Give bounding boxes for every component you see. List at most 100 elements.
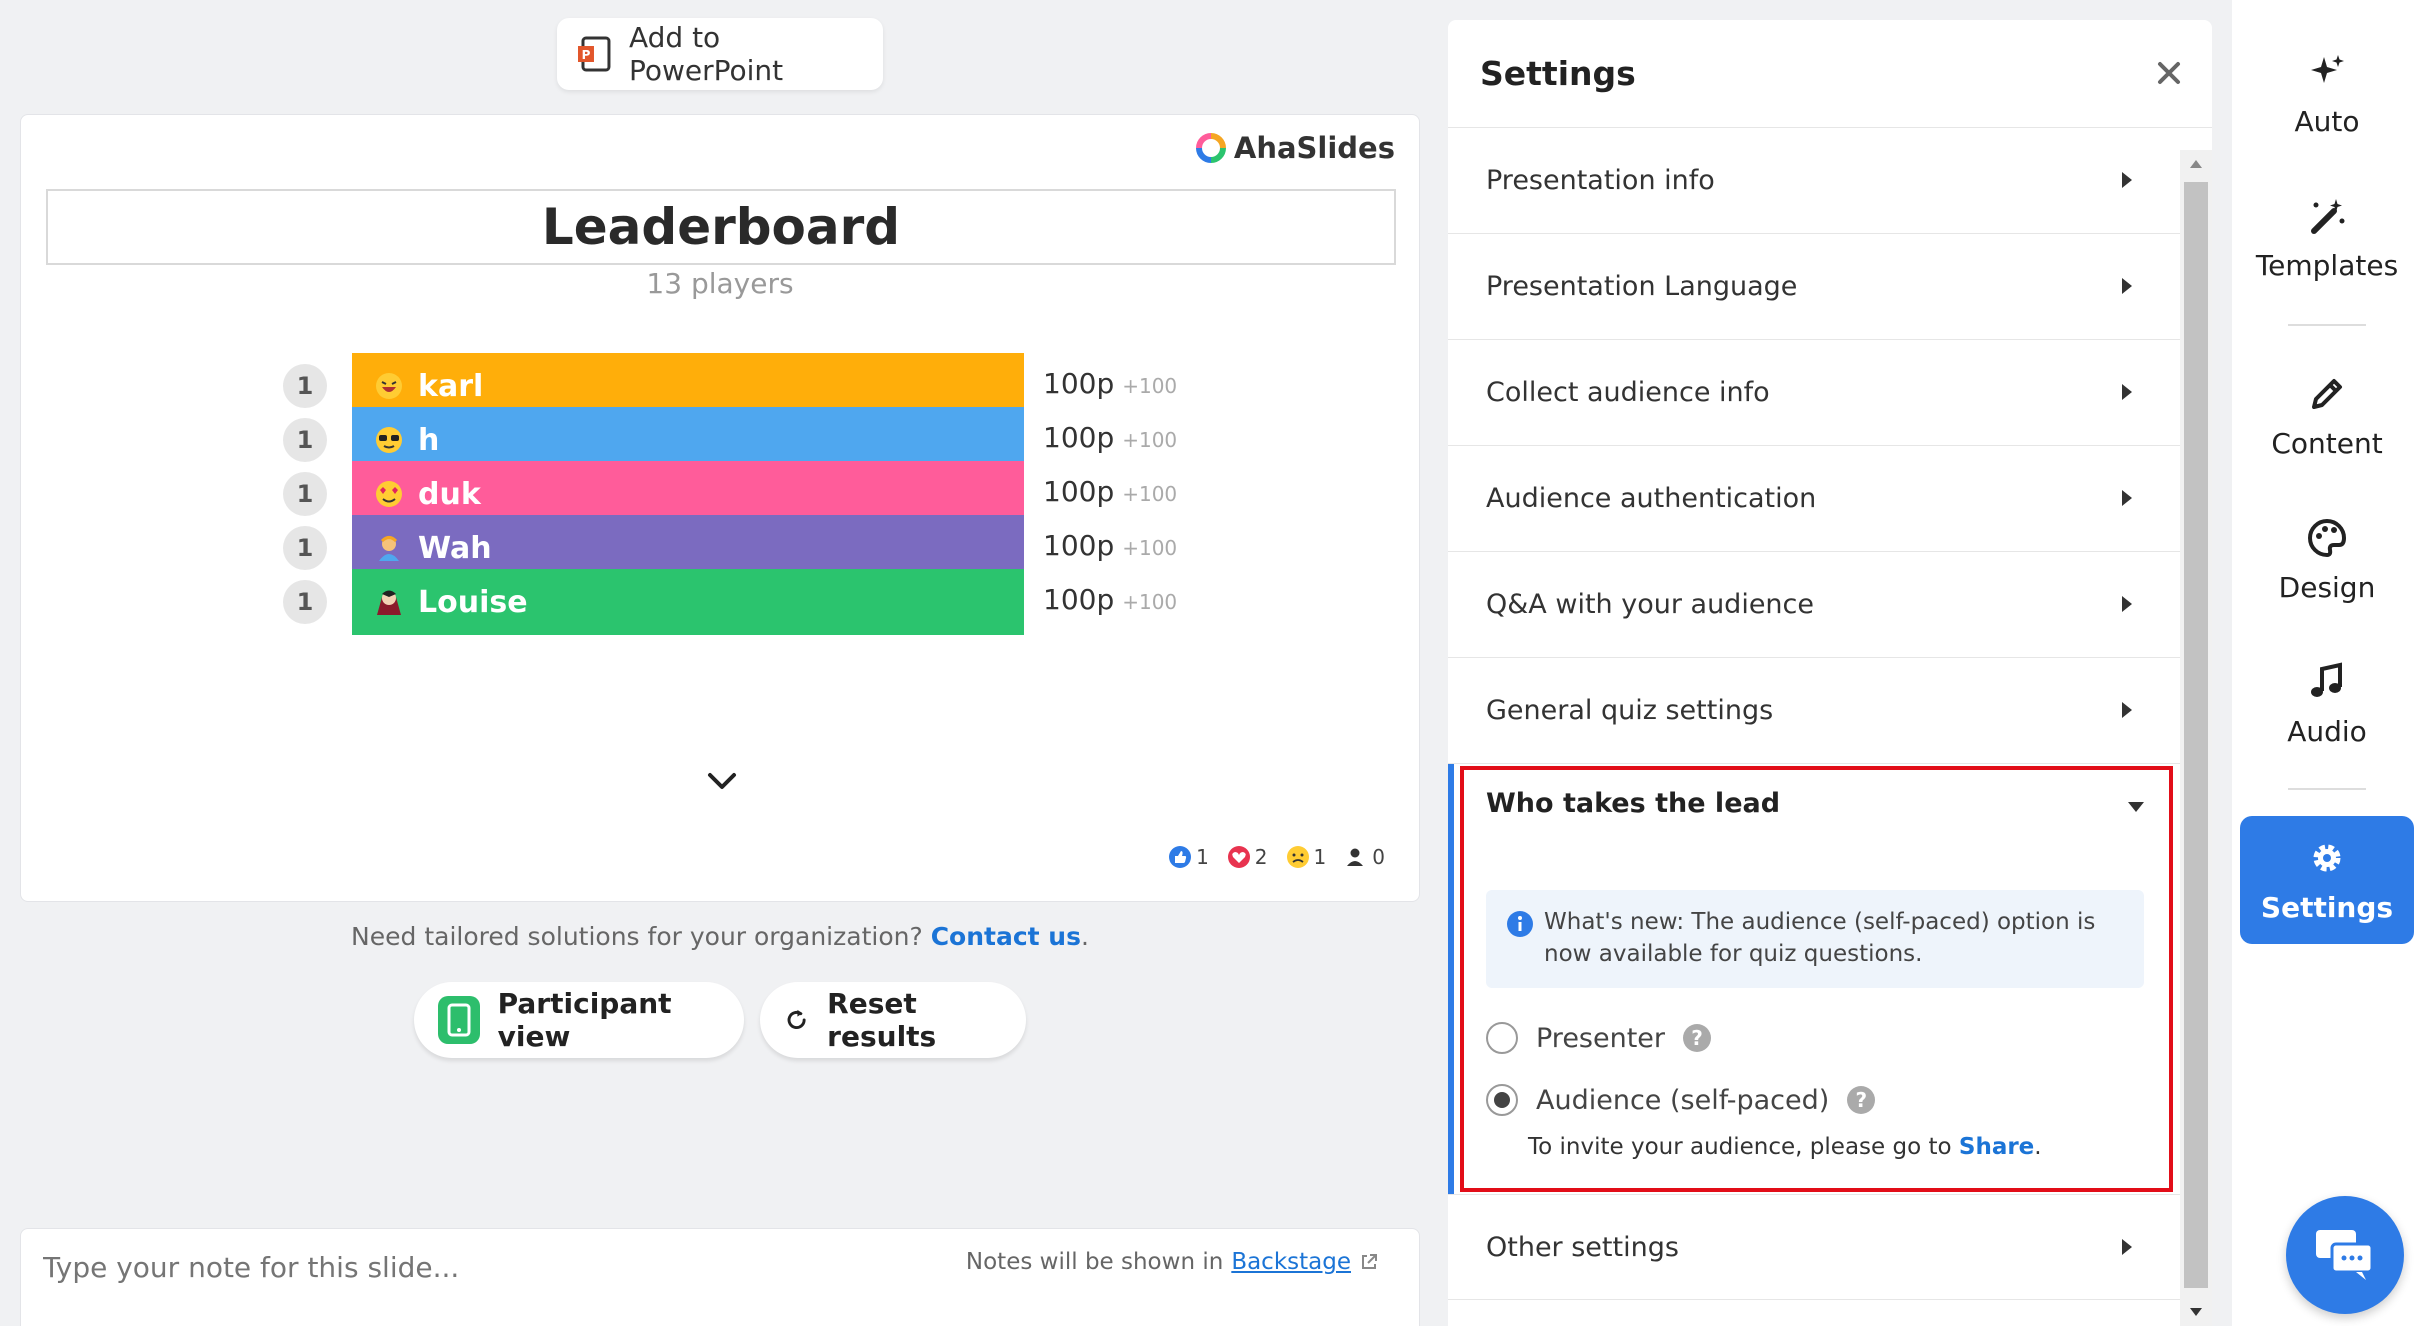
player-score: 100p +100: [1043, 475, 1177, 508]
slide-title: Leaderboard: [541, 198, 901, 256]
invite-suffix: .: [2034, 1134, 2042, 1160]
audience-self-paced-option[interactable]: Audience (self-paced) ?: [1486, 1084, 1876, 1116]
sad-count: 1: [1313, 845, 1327, 869]
brand-name: AhaSlides: [1233, 131, 1395, 165]
settings-scrollbar[interactable]: [2180, 150, 2212, 1326]
close-icon[interactable]: [2154, 58, 2184, 88]
help-icon[interactable]: ?: [1847, 1086, 1876, 1114]
score-delta: +100: [1122, 536, 1178, 560]
slide-title-box: Leaderboard: [46, 189, 1396, 265]
settings-item-presentation-language[interactable]: Presentation Language: [1448, 234, 2180, 340]
brand: AhaSlides: [1195, 131, 1395, 165]
rail-item-audio[interactable]: Audio: [2240, 640, 2414, 768]
reactions-bar: 1 2 1 0: [1168, 845, 1385, 869]
settings-panel: Settings Presentation info Presentation …: [1448, 20, 2212, 1326]
leaderboard-row: 1 Louise 100p +100: [21, 569, 1419, 635]
player-score: 100p +100: [1043, 421, 1177, 454]
magic-wand-icon: [2311, 198, 2345, 234]
rail-item-templates[interactable]: Templates: [2240, 174, 2414, 302]
cta-period: .: [1080, 922, 1089, 951]
caret-down-icon[interactable]: [2126, 800, 2146, 814]
settings-item-label: General quiz settings: [1486, 695, 1774, 726]
person-icon: [1347, 848, 1364, 866]
who-takes-the-lead-section: Who takes the lead What's new: The audie…: [1448, 764, 2180, 1194]
notes-hint-text: Notes will be shown in: [965, 1249, 1224, 1275]
rank-badge: 1: [283, 580, 327, 624]
chat-icon: [2316, 1230, 2374, 1280]
settings-title: Settings: [1480, 54, 1636, 93]
radio-selected-dot: [1494, 1092, 1510, 1108]
rail-label: Auto: [2294, 104, 2360, 138]
settings-item-audience-authentication[interactable]: Audience authentication: [1448, 446, 2180, 552]
reset-results-button[interactable]: Reset results: [760, 982, 1026, 1058]
score-value: 100p: [1043, 367, 1115, 400]
music-note-icon: [2311, 662, 2342, 697]
share-link[interactable]: Share: [1959, 1134, 2034, 1160]
presenter-option[interactable]: Presenter ?: [1486, 1022, 1712, 1054]
contact-us-link[interactable]: Contact us: [931, 922, 1081, 951]
rail-item-auto[interactable]: Auto: [2240, 30, 2414, 158]
settings-item-presentation-info[interactable]: Presentation info: [1448, 128, 2180, 234]
score-value: 100p: [1043, 421, 1115, 454]
settings-item-label: Presentation Language: [1486, 271, 1798, 302]
laughing-emoji-icon: [376, 373, 402, 399]
leaderboard-bar: Louise: [352, 569, 1024, 635]
ahaslides-logo-icon: [1195, 133, 1226, 163]
scroll-thumb[interactable]: [2184, 182, 2208, 1288]
rail-divider: [2288, 788, 2366, 790]
score-delta: +100: [1122, 428, 1178, 452]
settings-list: Presentation info Presentation Language …: [1448, 128, 2180, 1300]
powerpoint-icon: P: [577, 36, 611, 72]
score-value: 100p: [1043, 529, 1115, 562]
settings-item-label: Other settings: [1486, 1231, 1679, 1263]
score-delta: +100: [1122, 482, 1178, 506]
settings-item-label: Q&A with your audience: [1486, 589, 1814, 620]
help-icon[interactable]: ?: [1683, 1024, 1712, 1052]
whats-new-info: What's new: The audience (self-paced) op…: [1486, 890, 2144, 988]
participant-view-button[interactable]: Participant view: [414, 982, 744, 1058]
participant-view-label: Participant view: [497, 987, 672, 1053]
person-avatar-icon: [379, 536, 399, 561]
chat-support-button[interactable]: [2286, 1196, 2404, 1314]
rank-badge: 1: [283, 418, 327, 462]
like-reaction: 1: [1168, 845, 1209, 869]
chevron-down-icon[interactable]: [704, 769, 740, 793]
presenter-radio[interactable]: [1486, 1022, 1518, 1054]
backstage-link[interactable]: Backstage: [1231, 1249, 1351, 1275]
caret-right-icon: [2122, 1239, 2132, 1255]
refresh-icon: [787, 1009, 806, 1029]
participants-count: 0: [1344, 845, 1385, 869]
invite-text: To invite your audience, please go to: [1528, 1134, 1959, 1160]
info-icon: [1507, 911, 1533, 937]
cta-text: Need tailored solutions for your organiz…: [351, 922, 931, 951]
settings-item-general-quiz-settings[interactable]: General quiz settings: [1448, 658, 2180, 764]
scroll-up-arrow-icon[interactable]: [2188, 158, 2204, 170]
rail-item-design[interactable]: Design: [2240, 496, 2414, 624]
slide-notes: Notes will be shown in Backstage: [20, 1228, 1420, 1326]
rail-label: Settings: [2260, 890, 2394, 924]
who-takes-the-lead-header[interactable]: Who takes the lead: [1486, 788, 1780, 819]
settings-item-label: Presentation info: [1486, 165, 1715, 196]
settings-item-other-settings[interactable]: Other settings: [1448, 1194, 2180, 1300]
reset-results-label: Reset results: [827, 987, 937, 1053]
heart-reaction: 2: [1227, 845, 1268, 869]
heart-icon: [1227, 846, 1250, 868]
audience-radio[interactable]: [1486, 1084, 1518, 1116]
settings-item-collect-audience-info[interactable]: Collect audience info: [1448, 340, 2180, 446]
player-score: 100p +100: [1043, 583, 1177, 616]
score-delta: +100: [1122, 374, 1178, 398]
sad-reaction: 1: [1286, 845, 1327, 869]
rail-label: Content: [2271, 426, 2383, 460]
sparkles-icon: [2311, 54, 2344, 83]
rail-item-settings[interactable]: Settings: [2240, 816, 2414, 944]
settings-item-qa[interactable]: Q&A with your audience: [1448, 552, 2180, 658]
score-value: 100p: [1043, 475, 1115, 508]
whats-new-text: What's new: The audience (self-paced) op…: [1544, 909, 2096, 967]
notes-input[interactable]: [43, 1251, 643, 1284]
add-to-powerpoint-button[interactable]: P Add to PowerPoint: [557, 18, 883, 90]
rail-item-content[interactable]: Content: [2240, 352, 2414, 480]
palette-icon: [2308, 518, 2347, 557]
rail-label: Design: [2278, 570, 2376, 604]
gear-icon: [2313, 844, 2341, 871]
scroll-down-arrow-icon[interactable]: [2188, 1306, 2204, 1318]
